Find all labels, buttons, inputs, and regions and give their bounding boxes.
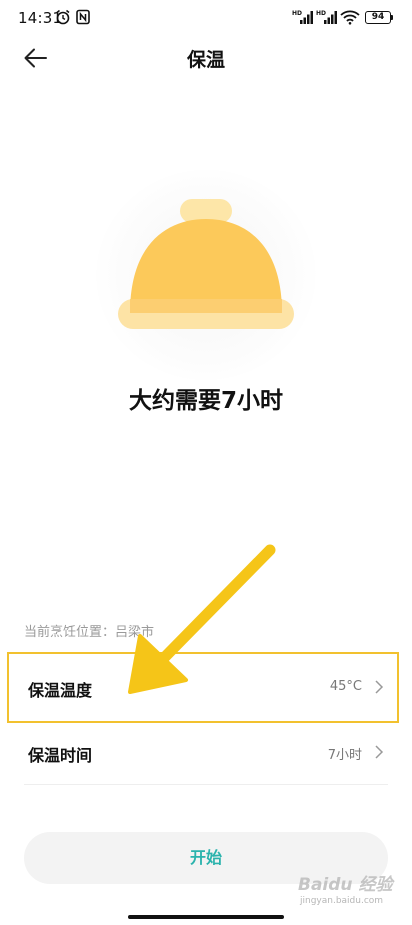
duration-text: 大约需要7小时	[128, 388, 283, 414]
baidu-watermark: Baidu 经验 jingyan.baidu.com	[296, 868, 408, 918]
watermark-brand: Baidu 经验	[298, 875, 393, 895]
cellular-signal-icon: HD	[292, 10, 313, 24]
row-label: 保温时间	[28, 746, 93, 765]
annotation-highlight-box	[7, 652, 399, 723]
cellular-signal-icon: HD	[316, 10, 337, 24]
divider	[24, 784, 388, 785]
watermark-url: jingyan.baidu.com	[300, 896, 384, 906]
svg-text:HD: HD	[316, 10, 326, 17]
food-cover-bell-icon	[118, 199, 294, 329]
home-indicator[interactable]	[128, 915, 284, 919]
chevron-right-icon	[375, 745, 384, 759]
battery-tip	[391, 15, 393, 20]
row-value: 7小时	[327, 748, 362, 763]
battery-icon: 94	[365, 11, 391, 24]
svg-text:HD: HD	[292, 10, 302, 17]
status-bar: 14:31 HD HD 94	[0, 0, 412, 36]
page-title: 保温	[186, 49, 225, 71]
nfc-icon	[76, 9, 90, 25]
alarm-clock-icon	[56, 9, 70, 25]
keep-warm-time-row[interactable]: 保温时间 7小时	[24, 722, 388, 782]
wifi-icon	[340, 10, 360, 25]
cooking-location: 当前烹饪位置：吕梁市	[24, 625, 155, 640]
